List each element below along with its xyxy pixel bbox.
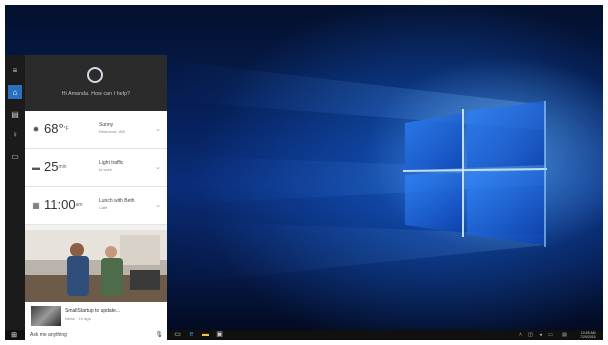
- calendar-card[interactable]: ▦ 11:00am Lunch with Beth Café ⌄: [25, 187, 167, 225]
- cortana-panel: ≡ ⌂ ▤ ♀ ▭ Hi Amanda. How can I help? ✹ 6…: [5, 55, 167, 340]
- weather-location: Redmond, WA: [99, 129, 125, 134]
- traffic-status: Light traffic: [99, 160, 124, 166]
- feedback-icon[interactable]: ▭: [8, 149, 22, 163]
- taskbar-clock[interactable]: 10:45 AM 7/29/2015: [580, 331, 596, 339]
- home-icon[interactable]: ⌂: [8, 85, 22, 99]
- news-photo-image: [25, 230, 167, 302]
- commute-card[interactable]: ▬ 25min Light traffic to work ⌄: [25, 149, 167, 187]
- news-photo[interactable]: [25, 230, 167, 302]
- desktop-screen: ≡ ⌂ ▤ ♀ ▭ Hi Amanda. How can I help? ✹ 6…: [5, 5, 603, 340]
- weather-card[interactable]: ✹ 68°°F Sunny Redmond, WA ⌄: [25, 111, 167, 149]
- hamburger-icon[interactable]: ≡: [8, 63, 22, 77]
- event-time: 11:00am: [44, 197, 83, 212]
- cortana-ring-icon[interactable]: [87, 67, 103, 83]
- notification-icon[interactable]: ▤: [561, 331, 568, 339]
- news-title: SmallStartup to update...: [65, 308, 121, 314]
- car-icon: ▬: [32, 163, 40, 172]
- file-explorer-icon[interactable]: ▬: [201, 331, 210, 339]
- clock-date: 7/29/2015: [580, 335, 596, 339]
- network-icon[interactable]: ◫: [527, 331, 534, 339]
- edge-icon[interactable]: e: [187, 331, 196, 339]
- event-title: Lunch with Beth: [99, 198, 135, 204]
- volume-icon[interactable]: ◂: [537, 331, 544, 339]
- notebook-icon[interactable]: ▤: [8, 107, 22, 121]
- commute-destination: to work: [99, 167, 112, 172]
- chevron-down-icon[interactable]: ⌄: [155, 125, 161, 133]
- cortana-rail: ≡ ⌂ ▤ ♀ ▭: [5, 55, 25, 330]
- chevron-down-icon[interactable]: ⌄: [155, 201, 161, 209]
- taskbar: ⊞ Ask me anything 🎙︎ ▭ e ▬ ▣ ˄ ◫ ◂ ▭ ▤ 1…: [5, 330, 603, 340]
- weather-condition: Sunny: [99, 122, 114, 128]
- weather-temperature: 68°°F: [44, 121, 69, 136]
- chevron-down-icon[interactable]: ⌄: [155, 163, 161, 171]
- search-input[interactable]: Ask me anything 🎙︎: [25, 330, 167, 340]
- cortana-header: Hi Amanda. How can I help?: [25, 55, 167, 111]
- windows-start-icon[interactable]: ⊞: [9, 331, 19, 339]
- event-location: Café: [99, 205, 108, 210]
- chevron-up-icon[interactable]: ˄: [517, 331, 524, 339]
- news-item[interactable]: SmallStartup to update... News · 1h ago: [25, 302, 167, 330]
- calendar-icon: ▦: [32, 201, 40, 210]
- store-icon[interactable]: ▣: [215, 331, 224, 339]
- cortana-cards: ✹ 68°°F Sunny Redmond, WA ⌄ ▬ 25min Ligh…: [25, 111, 167, 330]
- search-placeholder: Ask me anything: [30, 332, 67, 338]
- microphone-icon[interactable]: 🎙︎: [155, 330, 163, 340]
- news-source: News · 1h ago: [65, 316, 91, 321]
- keyboard-icon[interactable]: ▭: [547, 331, 554, 339]
- lightbulb-icon[interactable]: ♀: [8, 127, 22, 141]
- commute-time: 25min: [44, 159, 67, 174]
- cortana-greeting: Hi Amanda. How can I help?: [61, 91, 131, 97]
- news-thumbnail: [31, 306, 61, 326]
- weather-sun-icon: ✹: [32, 125, 40, 134]
- task-view-icon[interactable]: ▭: [173, 331, 182, 339]
